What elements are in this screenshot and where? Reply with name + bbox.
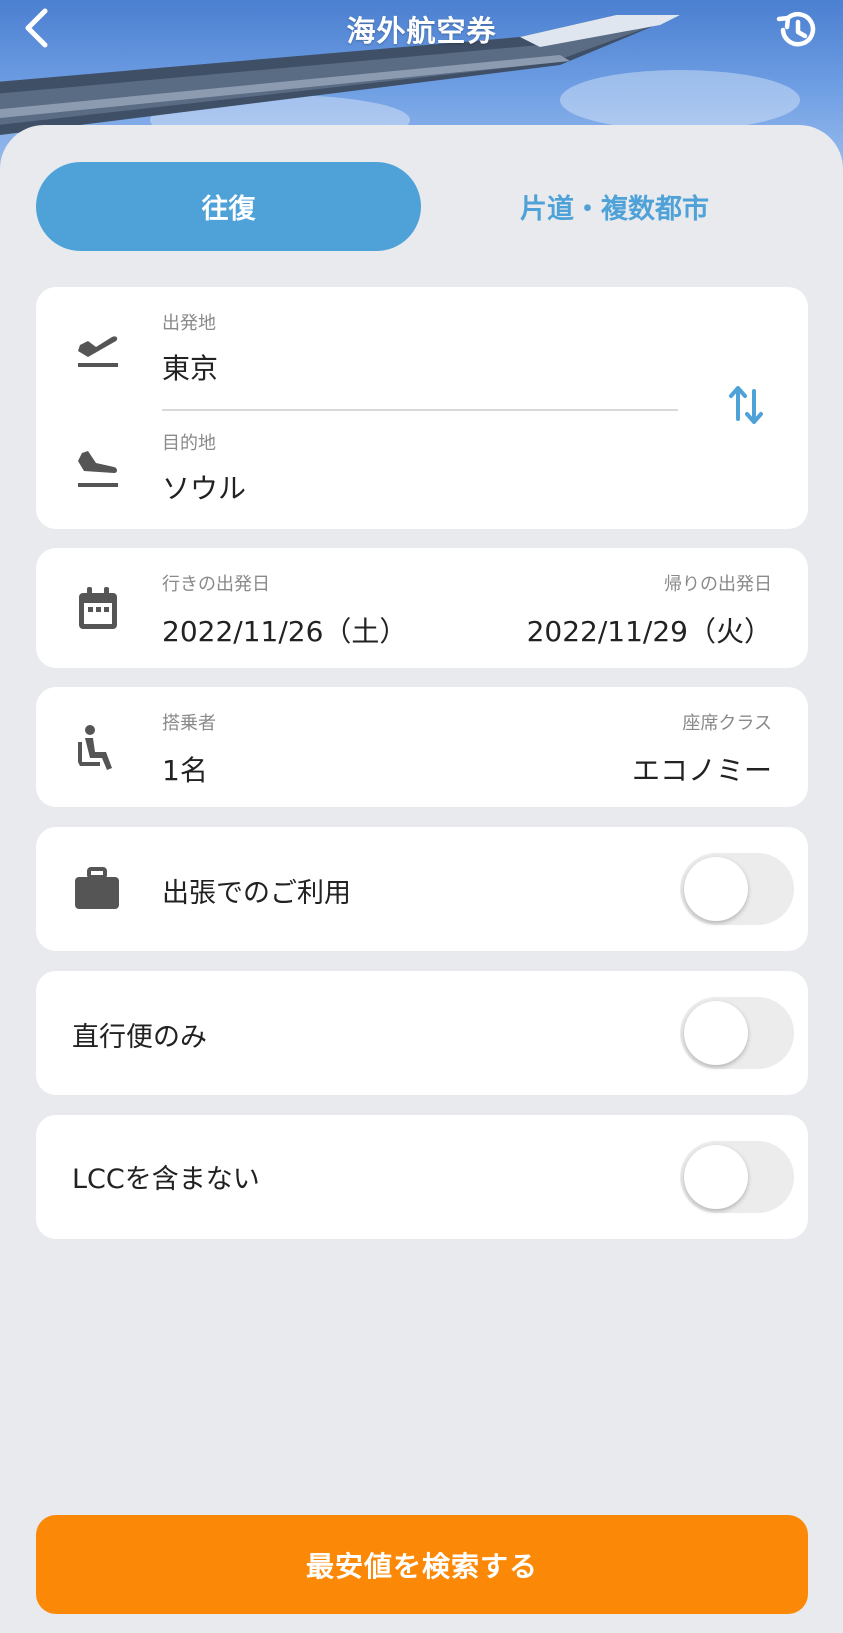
business-trip-label: 出張でのご利用 bbox=[162, 878, 351, 909]
arrival-plane-icon bbox=[72, 443, 124, 495]
seat-class-label: 座席クラス bbox=[682, 713, 772, 734]
briefcase-icon bbox=[72, 865, 122, 913]
destination-field[interactable]: 目的地 ソウル bbox=[162, 421, 678, 521]
swap-vertical-icon bbox=[729, 386, 763, 424]
page-title: 海外航空券 bbox=[346, 14, 497, 48]
outbound-date-label: 行きの出発日 bbox=[162, 574, 270, 595]
tab-one-way-multi-city[interactable]: 片道・複数都市 bbox=[421, 162, 808, 251]
origin-field[interactable]: 出発地 東京 bbox=[162, 301, 678, 401]
return-date-field[interactable]: 帰りの出発日 2022/11/29（火） bbox=[452, 558, 772, 658]
search-form-sheet: 往復 片道・複数都市 出発地 東京 目的地 ソウル 行きの出発日 2022/11… bbox=[0, 125, 843, 1633]
business-trip-row: 出張でのご利用 bbox=[36, 827, 808, 951]
business-trip-toggle[interactable] bbox=[680, 853, 794, 925]
route-divider bbox=[162, 409, 678, 411]
calendar-icon bbox=[74, 584, 122, 634]
toggle-knob bbox=[684, 1145, 748, 1209]
passengers-value: 1名 bbox=[162, 754, 208, 787]
passengers-field[interactable]: 搭乗者 1名 bbox=[162, 697, 462, 797]
direct-flights-toggle[interactable] bbox=[680, 997, 794, 1069]
top-bar: 海外航空券 bbox=[0, 0, 843, 60]
direct-flights-row: 直行便のみ bbox=[36, 971, 808, 1095]
toggle-knob bbox=[684, 1001, 748, 1065]
direct-flights-label: 直行便のみ bbox=[72, 1022, 207, 1053]
passengers-card: 搭乗者 1名 座席クラス エコノミー bbox=[36, 687, 808, 807]
passengers-label: 搭乗者 bbox=[162, 713, 216, 734]
outbound-date-value: 2022/11/26（土） bbox=[162, 615, 408, 648]
tab-round-trip[interactable]: 往復 bbox=[36, 162, 421, 251]
exclude-lcc-label: LCCを含まない bbox=[72, 1164, 260, 1195]
history-icon bbox=[776, 12, 816, 47]
outbound-date-field[interactable]: 行きの出発日 2022/11/26（土） bbox=[162, 558, 482, 658]
destination-label: 目的地 bbox=[162, 433, 216, 454]
return-date-label: 帰りの出発日 bbox=[664, 574, 772, 595]
swap-route-button[interactable] bbox=[720, 379, 772, 431]
origin-value: 東京 bbox=[162, 352, 219, 385]
seat-class-field[interactable]: 座席クラス エコノミー bbox=[472, 697, 772, 797]
trip-type-tabs: 往復 片道・複数都市 bbox=[36, 162, 808, 251]
history-button[interactable] bbox=[771, 4, 823, 56]
destination-value: ソウル bbox=[162, 472, 247, 505]
departure-plane-icon bbox=[72, 323, 124, 375]
exclude-lcc-row: LCCを含まない bbox=[36, 1115, 808, 1239]
return-date-value: 2022/11/29（火） bbox=[526, 615, 772, 648]
seated-passenger-icon bbox=[74, 723, 122, 773]
seat-class-value: エコノミー bbox=[631, 754, 772, 787]
dates-card: 行きの出発日 2022/11/26（土） 帰りの出発日 2022/11/29（火… bbox=[36, 548, 808, 668]
search-lowest-price-button[interactable]: 最安値を検索する bbox=[36, 1515, 808, 1614]
origin-label: 出発地 bbox=[162, 313, 216, 334]
exclude-lcc-toggle[interactable] bbox=[680, 1141, 794, 1213]
route-card: 出発地 東京 目的地 ソウル bbox=[36, 287, 808, 529]
toggle-knob bbox=[684, 857, 748, 921]
